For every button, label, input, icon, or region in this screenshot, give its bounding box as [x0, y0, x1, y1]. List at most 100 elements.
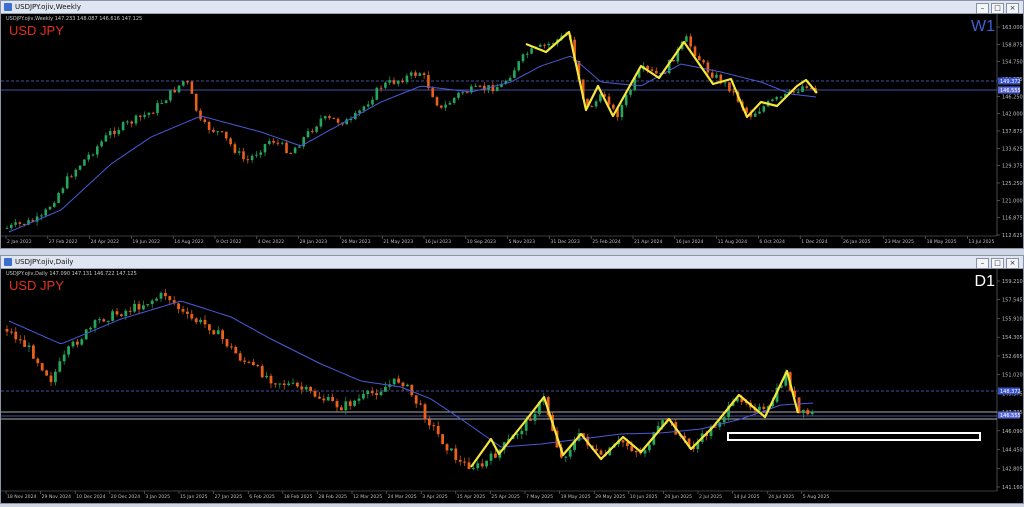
price-tick-label: 152.665 — [1002, 354, 1023, 360]
candle-body — [169, 90, 172, 101]
weekly-chart-window[interactable]: USDJPY.ojiv,Weekly – □ × 163.000 158.875 154… — [0, 0, 1024, 249]
weekly-timeframe-label: W1 — [971, 18, 995, 35]
candle-body — [5, 329, 9, 332]
candle-body — [276, 142, 280, 144]
candle-body — [328, 116, 331, 118]
price-tick-label: 154.750 — [1002, 60, 1023, 66]
candle-body — [620, 104, 624, 118]
candle-body — [61, 188, 65, 193]
candle-body — [508, 77, 512, 81]
candle-body — [212, 129, 215, 132]
candle-body — [304, 386, 308, 390]
daily-ohlc-readout: USDJPY.ojiv,Daily 147.090 147.131 146.72… — [6, 271, 137, 277]
time-tick-label: 28 Feb 2025 — [318, 494, 347, 500]
candle-body — [181, 309, 185, 312]
candle-body — [57, 192, 60, 203]
daily-window-controls: – □ × — [974, 257, 1019, 269]
time-tick-label: 26 Jan 2025 — [843, 239, 871, 245]
close-icon[interactable]: × — [1006, 258, 1019, 269]
candle-body — [753, 113, 757, 117]
candle-body — [14, 331, 18, 340]
candle-body — [418, 73, 422, 76]
candle-body — [629, 89, 632, 95]
candle-body — [526, 53, 529, 55]
time-tick-label: 15 Apr 2025 — [457, 494, 485, 500]
maximize-icon[interactable]: □ — [991, 258, 1004, 269]
price-tick-label: 141.160 — [1002, 485, 1023, 491]
candle-body — [203, 319, 207, 325]
candle-body — [335, 401, 339, 408]
candle-body — [590, 106, 594, 108]
time-tick-label: 4 Dec 2022 — [258, 239, 285, 245]
candle-body — [225, 339, 229, 347]
candle-body — [160, 103, 164, 105]
weekly-chart-svg[interactable]: 163.000158.875154.750150.375146.250142.0… — [1, 14, 1023, 248]
candle-body — [319, 118, 323, 127]
candle-body — [698, 56, 701, 61]
candle-body — [27, 345, 31, 347]
price-tick-label: 146.250 — [1002, 94, 1023, 100]
candle-body — [594, 101, 598, 107]
candle-body — [186, 311, 189, 314]
candle-body — [54, 371, 57, 383]
candle-body — [238, 353, 242, 361]
candle-body — [315, 126, 318, 132]
candle-body — [5, 227, 9, 229]
candle-body — [233, 144, 237, 153]
candle-body — [265, 375, 268, 378]
candle-body — [243, 360, 246, 362]
candle-body — [533, 413, 537, 421]
candle-body — [357, 398, 361, 401]
candle-body — [517, 61, 520, 71]
candle-body — [634, 450, 638, 453]
candle-body — [650, 69, 654, 71]
candle-body — [630, 445, 634, 451]
time-tick-label: 2 Jul 2025 — [699, 494, 722, 500]
daily-plot-area[interactable]: 159.210 157.545 155.910 154.305 152.665 151.0… — [1, 269, 1023, 503]
candle-body — [621, 440, 625, 443]
candle-body — [255, 154, 258, 156]
candle-body — [134, 115, 138, 124]
candle-body — [547, 43, 551, 46]
minimize-icon[interactable]: – — [976, 3, 989, 14]
time-tick-label: 6 Feb 2025 — [249, 494, 275, 500]
candle-body — [762, 106, 766, 112]
candle-body — [802, 409, 805, 413]
time-tick-label: 5 Nov 2023 — [509, 239, 536, 245]
minimize-icon[interactable]: – — [976, 258, 989, 269]
weekly-titlebar[interactable]: USDJPY.ojiv,Weekly – □ × — [1, 1, 1023, 14]
close-icon[interactable]: × — [1006, 3, 1019, 14]
candle-body — [485, 460, 488, 467]
price-tick-label: 142.000 — [1002, 112, 1023, 118]
candle-body — [454, 448, 458, 460]
candle-body — [732, 91, 735, 93]
price-tag-label: 148.372 — [1000, 389, 1021, 395]
price-tick-label: 142.805 — [1002, 466, 1023, 472]
candle-body — [723, 82, 727, 84]
daily-titlebar[interactable]: USDJPY.ojiv,Daily – □ × — [1, 256, 1023, 269]
price-tick-label: 133.625 — [1002, 146, 1023, 152]
candle-body — [599, 94, 602, 102]
maximize-icon[interactable]: □ — [991, 3, 1004, 14]
candle-body — [126, 121, 129, 123]
candle-body — [599, 450, 603, 455]
candle-body — [242, 151, 245, 160]
weekly-plot-area[interactable]: 163.000158.875154.750150.375146.250142.0… — [1, 14, 1023, 248]
candle-body — [67, 346, 70, 355]
candle-body — [117, 130, 121, 134]
daily-chart-window[interactable]: USDJPY.ojiv,Daily – □ × 159.210 157.545 155.… — [0, 255, 1024, 504]
candle-body — [44, 209, 47, 216]
daily-timeframe-label: D1 — [974, 273, 995, 290]
daily-chart-svg[interactable]: 159.210 157.545 155.910 154.305 152.665 151.0… — [1, 269, 1023, 503]
candle-body — [806, 409, 810, 415]
time-tick-label: 31 Dec 2023 — [550, 239, 579, 245]
candle-body — [311, 131, 314, 133]
candle-body — [177, 303, 180, 310]
chart-window-icon — [4, 3, 12, 11]
candle-body — [194, 318, 198, 323]
candle-body — [495, 87, 499, 92]
time-tick-label: 16 Jul 2023 — [425, 239, 451, 245]
candle-body — [208, 324, 211, 331]
time-tick-label: 5 Aug 2025 — [803, 494, 830, 500]
candle-body — [71, 341, 75, 347]
